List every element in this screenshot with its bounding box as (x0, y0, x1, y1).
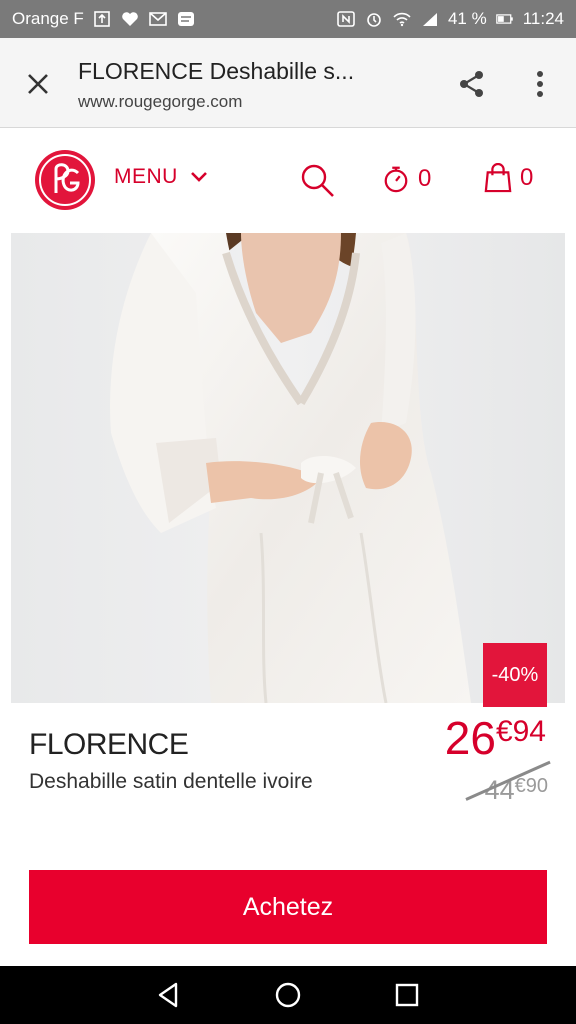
clock-time: 11:24 (522, 9, 564, 28)
product-description: Deshabille satin dentelle ivoire (29, 770, 313, 793)
signal-icon (420, 10, 440, 28)
current-price: 26 €94 (445, 712, 546, 764)
nfc-icon (336, 10, 356, 28)
product-photo (11, 233, 565, 703)
share-button[interactable] (450, 62, 494, 106)
close-icon (28, 74, 48, 94)
price-decimal: €94 (495, 715, 546, 748)
heart-monitor-icon (120, 10, 140, 28)
upload-notification-icon (92, 10, 112, 28)
cart-button[interactable]: 0 (484, 163, 533, 193)
logo-icon (35, 150, 95, 210)
status-bar: Orange F 41 % 11:24 (0, 0, 576, 38)
search-button[interactable] (300, 163, 336, 199)
system-nav-bar (0, 966, 576, 1024)
cart-count: 0 (520, 164, 534, 191)
timer-count: 0 (418, 165, 432, 192)
page-url: www.rougegorge.com (78, 92, 243, 111)
discount-badge: -40% (483, 643, 547, 707)
site-header: MENU 0 0 (0, 129, 576, 233)
chevron-down-icon (190, 172, 207, 182)
back-nav-button[interactable] (154, 980, 184, 1010)
price-integer: 26 (444, 712, 496, 764)
more-vert-icon (537, 71, 543, 97)
recents-nav-button[interactable] (392, 980, 422, 1010)
menu-label: MENU (114, 165, 178, 188)
stopwatch-icon (384, 166, 408, 193)
alarm-icon (364, 10, 384, 28)
old-price-decimal: €90 (514, 775, 548, 797)
menu-button[interactable]: MENU (114, 165, 208, 189)
product-brand: FLORENCE (29, 728, 189, 761)
battery-percent: 41 % (447, 9, 487, 28)
product-image[interactable] (11, 233, 565, 703)
page-title: FLORENCE Deshabille s... (78, 58, 355, 84)
recently-viewed-button[interactable]: 0 (382, 165, 431, 193)
browser-toolbar: FLORENCE Deshabille s... www.rougegorge.… (0, 38, 576, 128)
buy-button[interactable]: Achetez (29, 870, 547, 944)
old-price: 44 €90 (485, 774, 548, 806)
carrier-label: Orange F (12, 9, 84, 28)
close-tab-button[interactable] (16, 62, 60, 106)
blablacar-icon (176, 10, 196, 28)
rougegorge-logo[interactable] (34, 149, 96, 211)
share-icon (460, 71, 483, 97)
battery-icon (495, 10, 515, 28)
wifi-icon (392, 10, 412, 28)
home-nav-button[interactable] (273, 980, 303, 1010)
mail-icon (148, 10, 168, 28)
more-options-button[interactable] (518, 62, 562, 106)
shopping-bag-icon (484, 163, 512, 193)
search-icon (301, 164, 334, 197)
